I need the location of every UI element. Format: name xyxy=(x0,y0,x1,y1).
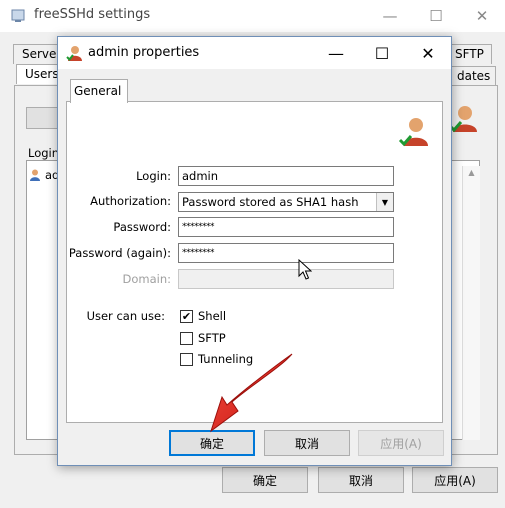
tunneling-checkbox[interactable] xyxy=(180,352,193,366)
tunneling-label: Tunneling xyxy=(198,352,254,366)
shell-checkbox[interactable]: ✔ xyxy=(180,309,193,323)
mouse-cursor-icon xyxy=(298,259,312,280)
bg-apply-button[interactable]: 应用(A) xyxy=(412,467,498,493)
user-can-use-label: User can use: xyxy=(86,309,165,323)
tunneling-option[interactable]: Tunneling xyxy=(180,352,253,366)
bg-titlebar: freeSSHd settings — ☐ ✕ xyxy=(0,0,505,32)
authorization-select[interactable]: Password stored as SHA1 hash ▼ xyxy=(178,192,394,212)
login-label: Login: xyxy=(136,169,171,183)
login-field[interactable]: admin xyxy=(178,166,394,186)
list-item[interactable]: ad xyxy=(28,166,59,184)
tab-general[interactable]: General xyxy=(70,79,128,103)
sftp-checkbox[interactable] xyxy=(180,331,193,345)
close-icon[interactable]: ✕ xyxy=(405,37,451,69)
admin-properties-dialog: admin properties — ☐ ✕ General Login: ad… xyxy=(57,36,452,466)
password-field[interactable]: ******** xyxy=(178,217,394,237)
cancel-button[interactable]: 取消 xyxy=(264,430,350,456)
chevron-down-icon[interactable]: ▼ xyxy=(376,193,393,211)
tab-sftp[interactable]: SFTP xyxy=(446,44,492,64)
bg-ok-button[interactable]: 确定 xyxy=(222,467,308,493)
close-icon[interactable]: ✕ xyxy=(459,0,505,32)
list-header-login: Login xyxy=(28,146,60,160)
authorization-label: Authorization: xyxy=(90,194,171,208)
tab-updates[interactable]: dates xyxy=(448,66,496,86)
password-again-label: Password (again): xyxy=(68,246,171,260)
domain-field xyxy=(178,269,394,289)
app-icon xyxy=(11,9,25,22)
maximize-icon[interactable]: ☐ xyxy=(359,37,405,69)
ok-button[interactable]: 确定 xyxy=(169,430,255,456)
bg-cancel-button[interactable]: 取消 xyxy=(318,467,404,493)
password-again-field[interactable]: ******** xyxy=(178,243,394,263)
user-icon xyxy=(66,46,82,62)
shell-option[interactable]: ✔ Shell xyxy=(180,309,226,323)
dialog-titlebar: admin properties — ☐ ✕ xyxy=(58,37,451,69)
user-icon xyxy=(448,106,477,133)
password-label: Password: xyxy=(113,220,171,234)
sftp-option[interactable]: SFTP xyxy=(180,331,226,345)
authorization-value: Password stored as SHA1 hash xyxy=(182,195,359,209)
sftp-label: SFTP xyxy=(198,331,226,345)
maximize-icon[interactable]: ☐ xyxy=(413,0,459,32)
domain-label: Domain: xyxy=(122,272,172,286)
minimize-icon[interactable]: — xyxy=(367,0,413,32)
bg-window-title: freeSSHd settings xyxy=(34,7,151,22)
user-small-icon xyxy=(30,169,40,181)
shell-label: Shell xyxy=(198,309,227,323)
apply-button: 应用(A) xyxy=(358,430,444,456)
dialog-title: admin properties xyxy=(88,45,200,60)
list-scrollbar[interactable]: ▲ xyxy=(462,166,480,440)
user-icon xyxy=(398,118,428,147)
minimize-icon[interactable]: — xyxy=(313,37,359,69)
